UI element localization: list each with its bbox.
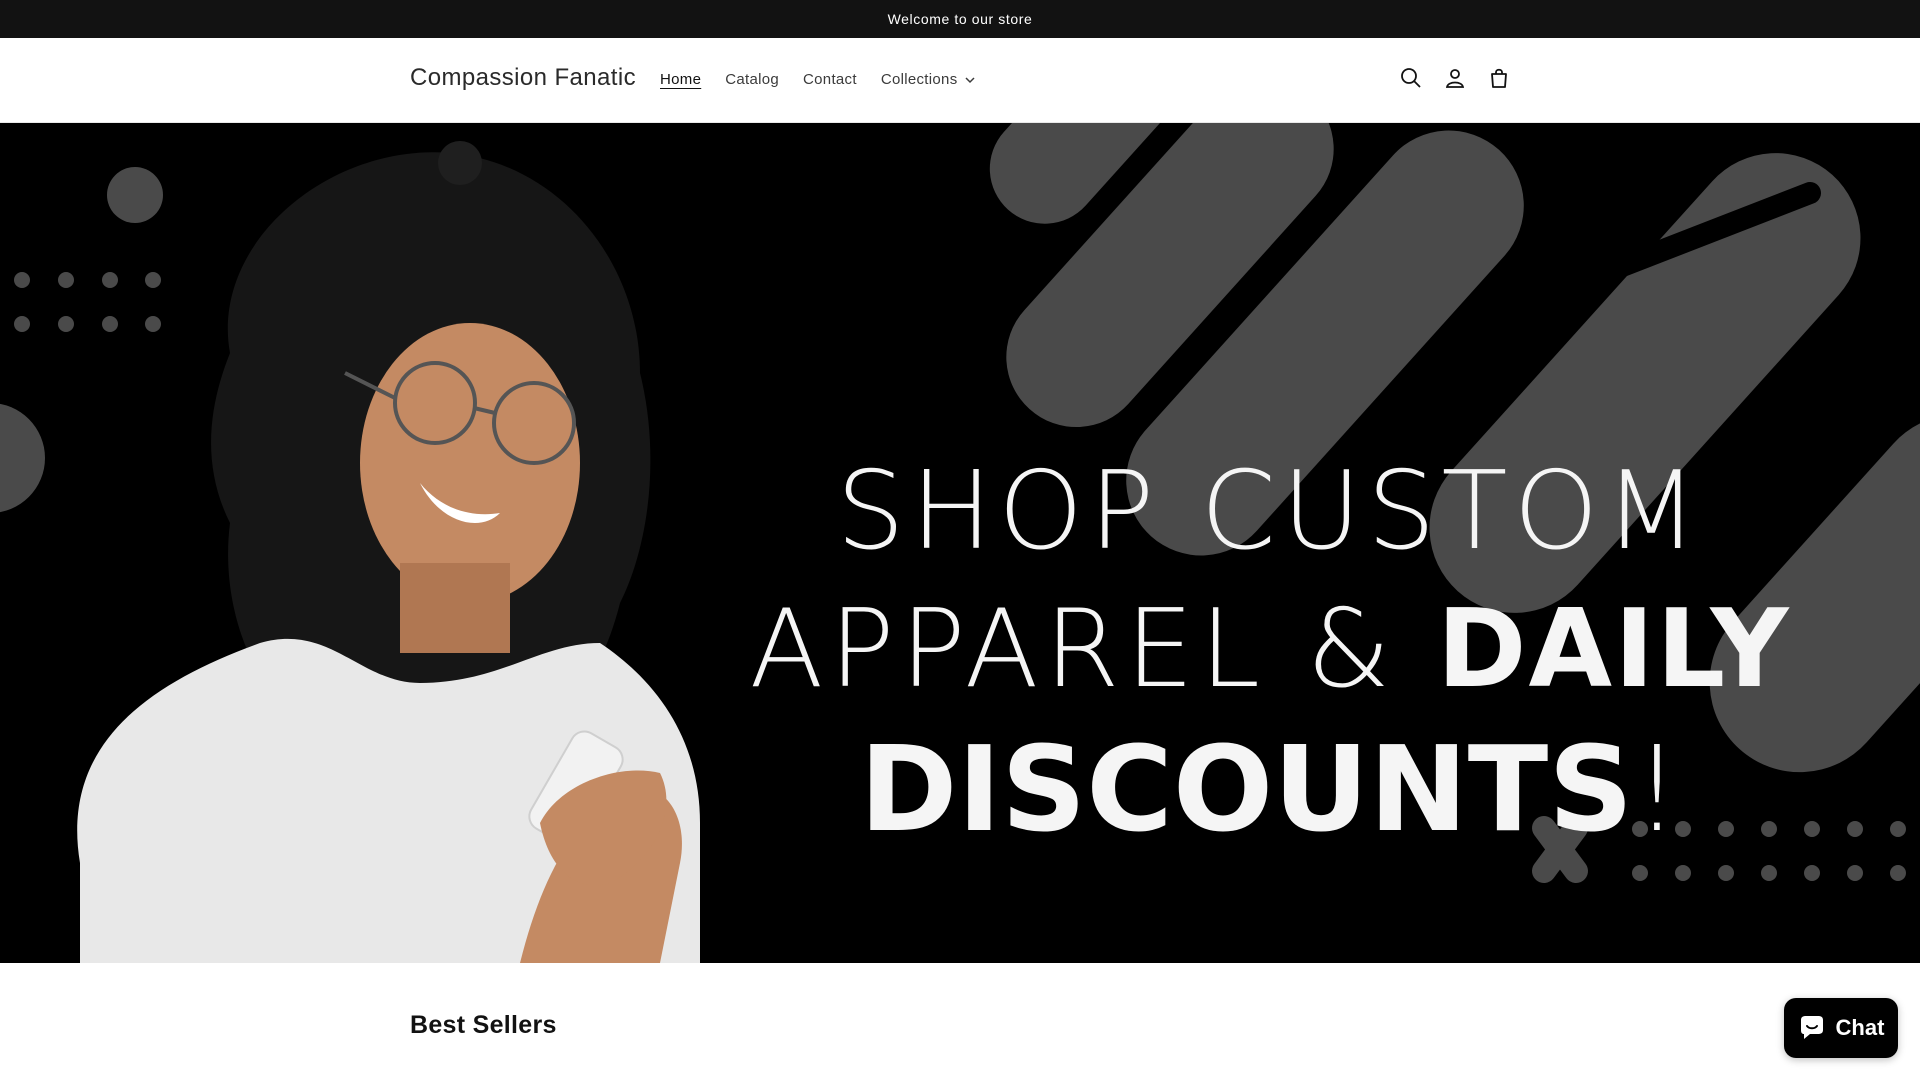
cart-button[interactable]: [1484, 62, 1514, 94]
hero-headline: SHOP CUSTOM APPAREL & DAILY DISCOUNTS!: [700, 323, 1840, 859]
chat-bubble-icon: [1800, 1016, 1823, 1039]
chat-button[interactable]: Chat: [1784, 998, 1898, 1058]
account-button[interactable]: [1440, 62, 1470, 94]
search-icon: [1401, 68, 1421, 88]
chevron-down-icon: [964, 76, 975, 83]
cart-icon: [1491, 68, 1507, 88]
best-sellers-title: Best Sellers: [410, 1010, 557, 1039]
nav-home-label: Home: [660, 71, 702, 88]
nav-catalog-label: Catalog: [725, 71, 780, 88]
hero-line-2-light: APPAREL &: [749, 587, 1397, 712]
announcement-bar: Welcome to our store: [0, 0, 1920, 38]
account-icon: [1445, 69, 1465, 88]
hero-line-3-end: !: [1633, 720, 1681, 858]
chat-label: Chat: [1835, 1015, 1885, 1040]
store-logo[interactable]: Compassion Fanatic: [410, 64, 636, 92]
dot-pattern-left: [14, 272, 161, 332]
hero-line-2: APPAREL & DAILY: [700, 581, 1840, 719]
hero-banner[interactable]: SHOP CUSTOM APPAREL & DAILY DISCOUNTS!: [0, 123, 1920, 963]
search-button[interactable]: [1396, 62, 1426, 94]
site-header: Compassion Fanatic Home Catalog Contact …: [0, 38, 1920, 123]
nav-collections[interactable]: Collections: [881, 71, 976, 88]
main-nav: Home Catalog Contact Collections: [660, 71, 976, 88]
nav-contact-label: Contact: [803, 71, 857, 88]
nav-collections-label: Collections: [880, 71, 958, 88]
hero-model-illustration: [77, 141, 700, 963]
hero-line-1: SHOP CUSTOM: [836, 449, 1704, 574]
hero-line-3: DISCOUNTS!: [700, 719, 1840, 859]
nav-contact[interactable]: Contact: [803, 71, 857, 88]
nav-catalog[interactable]: Catalog: [725, 71, 779, 88]
hero-line-3-bold: DISCOUNTS: [859, 720, 1634, 858]
nav-home[interactable]: Home: [660, 71, 701, 88]
hero-line-2-bold: DAILY: [1436, 587, 1791, 712]
header-icons: [1396, 62, 1514, 94]
announcement-text: Welcome to our store: [887, 11, 1033, 27]
